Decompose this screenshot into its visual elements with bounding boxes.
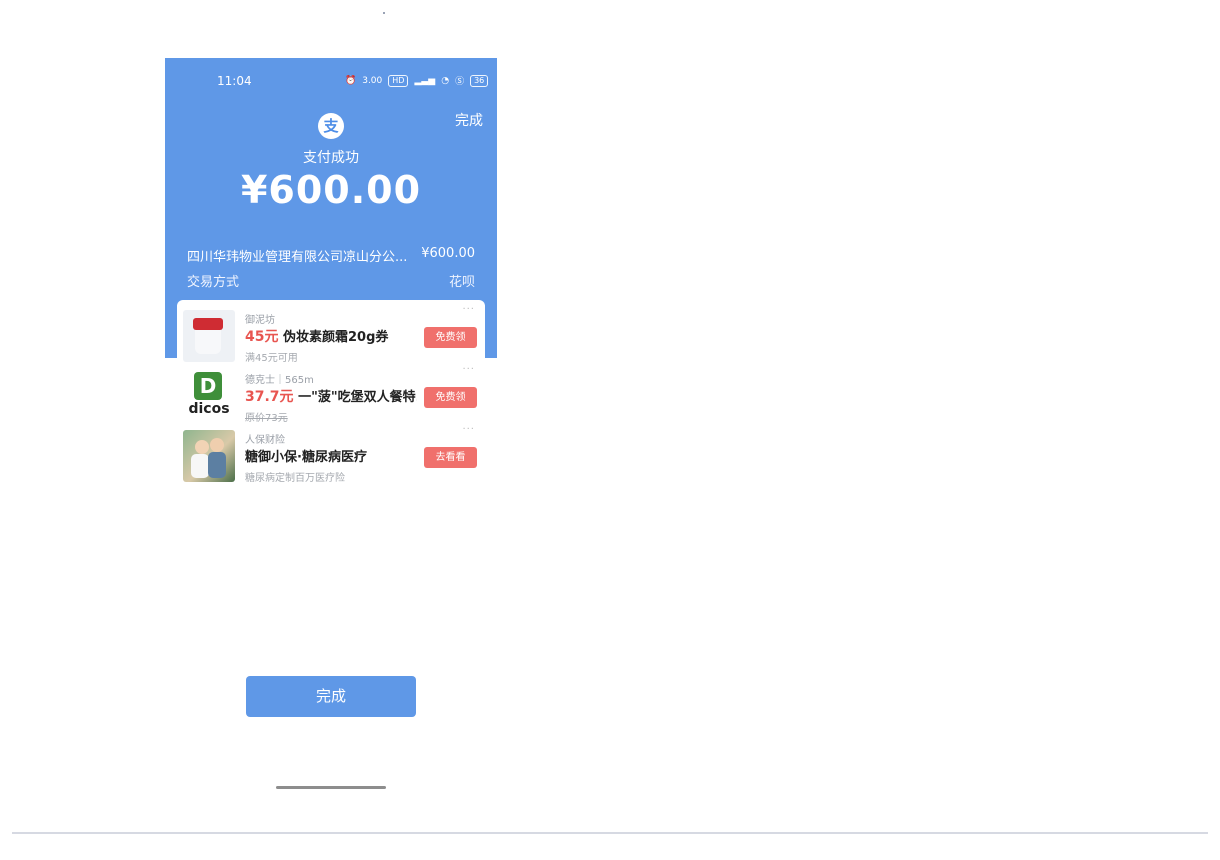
claim-button[interactable]: 免费领 bbox=[424, 387, 477, 408]
person-head-1 bbox=[195, 440, 209, 454]
scan-mark bbox=[383, 12, 385, 14]
more-icon[interactable]: ··· bbox=[462, 304, 475, 315]
dicos-logo-text: dicos bbox=[188, 401, 230, 417]
ad-title-text: 伪妆素颜霜20g券 bbox=[283, 330, 389, 345]
home-indicator[interactable] bbox=[276, 786, 386, 789]
hd-badge: HD bbox=[388, 74, 409, 87]
payment-method-label: 交易方式 bbox=[187, 275, 240, 290]
ad-title: 糖御小保·糖尿病医疗 bbox=[245, 450, 367, 465]
ad-price: 45元 bbox=[245, 329, 279, 345]
jar-body bbox=[195, 330, 221, 354]
alipay-logo: 支 bbox=[318, 113, 344, 139]
done-top-button[interactable]: 完成 bbox=[455, 110, 483, 130]
vpn-icon: Ⓢ bbox=[455, 77, 465, 87]
ad-title: 37.7元 一"菠"吃堡双人餐特... bbox=[245, 386, 417, 406]
more-icon[interactable]: ··· bbox=[462, 424, 475, 435]
phone-screen: 11:04 ⏰ 3.00 HD ▂▃▅ ◔ Ⓢ 36 完成 支 支付成功 ¥60… bbox=[165, 58, 497, 798]
done-button[interactable]: 完成 bbox=[246, 676, 416, 717]
ad-title: 45元 伪妆素颜霜20g券 bbox=[245, 326, 417, 346]
status-icons: ⏰ 3.00 HD ▂▃▅ ◔ Ⓢ 36 bbox=[345, 74, 489, 87]
alarm-icon: ⏰ bbox=[345, 75, 357, 86]
signal-icon: ▂▃▅ bbox=[414, 75, 436, 86]
ad-subtitle: 满45元可用 bbox=[245, 353, 298, 364]
ad-subtitle: 糖尿病定制百万医疗险 bbox=[245, 473, 345, 484]
ad-row-2[interactable]: D dicos ··· 德克士｜565m 37.7元 一"菠"吃堡双人餐特...… bbox=[177, 364, 485, 424]
status-time: 11:04 bbox=[217, 74, 252, 88]
promotions-card: ··· 御泥坊 45元 伪妆素颜霜20g券 满45元可用 免费领 D dicos… bbox=[177, 300, 485, 490]
payment-amount: ¥600.00 bbox=[240, 168, 422, 212]
dicos-logo-letter: D bbox=[194, 372, 222, 400]
merchant-name: 四川华玮物业管理有限公司凉山分公... bbox=[187, 250, 408, 265]
cosmetic-jar-image bbox=[183, 310, 235, 362]
person-body-1 bbox=[191, 454, 209, 478]
dicos-logo: D dicos bbox=[183, 370, 235, 422]
ad-brand: 德克士｜565m bbox=[245, 375, 314, 386]
battery-icon: 36 bbox=[470, 74, 489, 87]
payment-status: 支付成功 bbox=[303, 150, 359, 166]
more-icon[interactable]: ··· bbox=[462, 364, 475, 375]
jar-lid bbox=[193, 318, 223, 330]
ad-row-1[interactable]: ··· 御泥坊 45元 伪妆素颜霜20g券 满45元可用 免费领 bbox=[177, 304, 485, 364]
elderly-couple-image bbox=[183, 430, 235, 482]
claim-button[interactable]: 免费领 bbox=[424, 327, 477, 348]
payment-method-value: 花呗 bbox=[448, 275, 475, 290]
ad-row-3[interactable]: ··· 人保财险 糖御小保·糖尿病医疗 糖尿病定制百万医疗险 去看看 bbox=[177, 424, 485, 484]
person-head-2 bbox=[210, 438, 224, 452]
scan-edge-line bbox=[12, 832, 1208, 834]
ad-brand: 御泥坊 bbox=[245, 315, 275, 326]
wifi-icon: ◔ bbox=[441, 75, 450, 86]
ad-title-text: 一"菠"吃堡双人餐特... bbox=[298, 390, 417, 405]
merchant-amount: ¥600.00 bbox=[421, 246, 475, 261]
ad-original-price: 原价73元 bbox=[245, 413, 288, 424]
view-button[interactable]: 去看看 bbox=[424, 447, 477, 468]
person-body-2 bbox=[208, 452, 226, 478]
network-speed: 3.00 bbox=[362, 75, 383, 86]
ad-brand: 人保财险 bbox=[245, 435, 285, 446]
ad-price: 37.7元 bbox=[245, 389, 294, 405]
